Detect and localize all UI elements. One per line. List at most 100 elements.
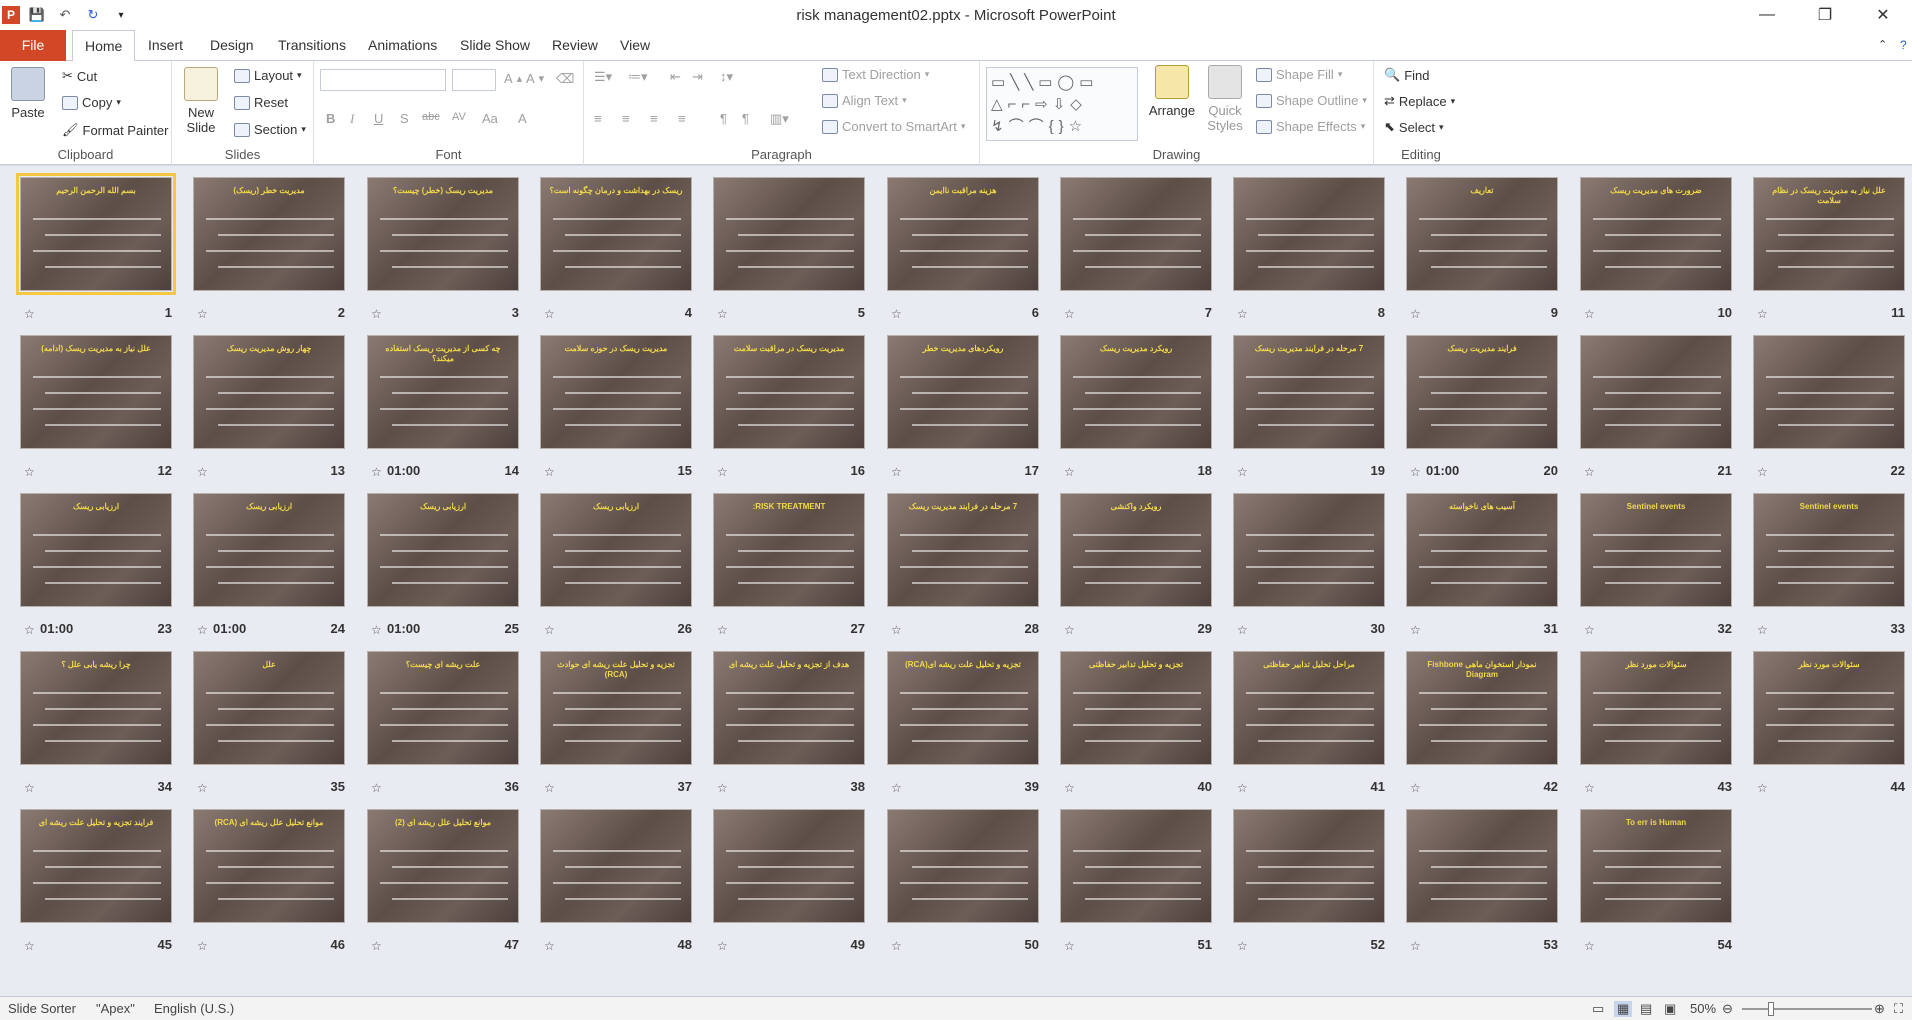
slide-thumbnail[interactable]: مدیریت ریسک در مراقبت سلامت [713, 335, 865, 449]
transition-icon[interactable]: ☆ [1237, 623, 1248, 637]
transition-icon[interactable]: ☆ [197, 307, 208, 321]
tab-insert[interactable]: Insert [136, 30, 195, 61]
transition-icon[interactable]: ☆ [1064, 623, 1075, 637]
transition-icon[interactable]: ☆ [24, 307, 35, 321]
align-right-icon[interactable]: ≡ [650, 111, 658, 126]
theme-indicator[interactable]: "Apex" [96, 1001, 135, 1016]
section-button[interactable]: Section ▾ [234, 122, 306, 137]
font-size-dropdown[interactable] [452, 69, 496, 91]
transition-icon[interactable]: ☆ [24, 623, 35, 637]
decrease-indent-icon[interactable]: ⇤ [670, 69, 681, 85]
slide-thumbnail[interactable]: تعاریف [1406, 177, 1558, 291]
transition-icon[interactable]: ☆ [717, 307, 728, 321]
change-case-button[interactable]: Aa [482, 111, 498, 126]
slide-thumbnail[interactable]: علت ریشه ای چیست؟ [367, 651, 519, 765]
slide-thumbnail[interactable]: رویکردهای مدیریت خطر [887, 335, 1039, 449]
clear-formatting-icon[interactable]: ⌫ [556, 71, 574, 87]
tab-slide-show[interactable]: Slide Show [448, 30, 542, 61]
slide-thumbnail[interactable]: ارزیابی ریسک [193, 493, 345, 607]
tab-view[interactable]: View [608, 30, 662, 61]
language-indicator[interactable]: English (U.S.) [154, 1001, 234, 1016]
transition-icon[interactable]: ☆ [24, 781, 35, 795]
transition-icon[interactable]: ☆ [891, 465, 902, 479]
transition-icon[interactable]: ☆ [371, 307, 382, 321]
shapes-gallery[interactable]: ▭╲╲▭◯▭ △⌐⌐⇨⇩◇ ↯⌒⌒{}☆ [986, 67, 1138, 141]
underline-button[interactable]: U [374, 111, 383, 126]
convert-smartart-button[interactable]: Convert to SmartArt ▾ [822, 119, 965, 134]
transition-icon[interactable]: ☆ [891, 939, 902, 953]
tab-file[interactable]: File [0, 30, 66, 61]
slide-thumbnail[interactable]: چرا ریشه یابی علل ؟ [20, 651, 172, 765]
slide-thumbnail[interactable]: 7 مرحله در فرایند مدیریت ریسک [1233, 335, 1385, 449]
slide-sorter-view-icon[interactable]: ▦ [1614, 1001, 1633, 1017]
transition-icon[interactable]: ☆ [1064, 939, 1075, 953]
transition-icon[interactable]: ☆ [1584, 307, 1595, 321]
increase-indent-icon[interactable]: ⇥ [692, 69, 703, 85]
slide-thumbnail[interactable] [1233, 493, 1385, 607]
slide-thumbnail[interactable]: علل نیاز به مدیریت ریسک در نظام سلامت [1753, 177, 1905, 291]
transition-icon[interactable]: ☆ [371, 465, 382, 479]
format-painter-button[interactable]: 🖌 Format Painter [62, 122, 169, 138]
slide-thumbnail[interactable] [1060, 809, 1212, 923]
redo-icon[interactable]: ↻ [82, 4, 104, 26]
transition-icon[interactable]: ☆ [197, 465, 208, 479]
paste-button[interactable]: Paste [8, 67, 48, 120]
shape-outline-button[interactable]: Shape Outline ▾ [1256, 93, 1367, 108]
new-slide-button[interactable]: New Slide [180, 67, 222, 135]
slide-thumbnail[interactable] [713, 177, 865, 291]
select-button[interactable]: ⬉ Select ▾ [1384, 119, 1444, 135]
arrange-button[interactable]: Arrange [1146, 65, 1198, 118]
transition-icon[interactable]: ☆ [197, 623, 208, 637]
transition-icon[interactable]: ☆ [717, 939, 728, 953]
transition-icon[interactable]: ☆ [1237, 465, 1248, 479]
find-button[interactable]: 🔍 Find [1384, 67, 1429, 83]
maximize-button[interactable]: ❐ [1796, 0, 1854, 30]
char-spacing-button[interactable]: AV [452, 111, 466, 123]
slide-thumbnail[interactable]: ارزیابی ریسک [367, 493, 519, 607]
transition-icon[interactable]: ☆ [1410, 465, 1421, 479]
slide-thumbnail[interactable]: سئوالات مورد نظر [1580, 651, 1732, 765]
transition-icon[interactable]: ☆ [24, 465, 35, 479]
transition-icon[interactable]: ☆ [197, 939, 208, 953]
ltr-icon[interactable]: ¶ [720, 111, 727, 126]
transition-icon[interactable]: ☆ [1237, 939, 1248, 953]
slide-thumbnail[interactable]: تجزیه و تحلیل علت ریشه ای(RCA) [887, 651, 1039, 765]
fit-to-window-icon[interactable]: ⛶ [1894, 1001, 1903, 1017]
copy-button[interactable]: Copy ▾ [62, 95, 121, 110]
slide-thumbnail[interactable]: ارزیابی ریسک [20, 493, 172, 607]
slide-thumbnail[interactable]: 7 مرحله در فرایند مدیریت ریسک [887, 493, 1039, 607]
slide-thumbnail[interactable] [540, 809, 692, 923]
save-icon[interactable]: 💾 [26, 4, 48, 26]
slide-thumbnail[interactable]: هزینه مراقبت ناایمن [887, 177, 1039, 291]
help-icon[interactable]: ? [1888, 30, 1912, 61]
shape-fill-button[interactable]: Shape Fill ▾ [1256, 67, 1342, 82]
grow-font-icon[interactable]: A ▴ [504, 71, 522, 86]
transition-icon[interactable]: ☆ [1757, 781, 1768, 795]
slide-thumbnail[interactable]: آسیب های ناخواسته [1406, 493, 1558, 607]
normal-view-icon[interactable]: ▭ [1592, 1001, 1604, 1017]
zoom-slider-thumb[interactable] [1768, 1002, 1774, 1016]
justify-icon[interactable]: ≡ [678, 111, 686, 126]
transition-icon[interactable]: ☆ [891, 307, 902, 321]
transition-icon[interactable]: ☆ [371, 781, 382, 795]
transition-icon[interactable]: ☆ [1757, 623, 1768, 637]
slide-thumbnail[interactable] [1060, 177, 1212, 291]
slide-thumbnail[interactable]: To err is Human [1580, 809, 1732, 923]
transition-icon[interactable]: ☆ [1064, 465, 1075, 479]
columns-icon[interactable]: ▥▾ [770, 111, 789, 127]
layout-button[interactable]: Layout ▾ [234, 68, 302, 83]
slide-thumbnail[interactable] [1580, 335, 1732, 449]
bullets-icon[interactable]: ☰▾ [594, 69, 612, 85]
slide-thumbnail[interactable]: فرایند مدیریت ریسک [1406, 335, 1558, 449]
close-button[interactable]: ✕ [1854, 0, 1912, 30]
tab-design[interactable]: Design [198, 30, 266, 61]
tab-animations[interactable]: Animations [356, 30, 449, 61]
slide-thumbnail[interactable]: مدیریت خطر (ریسک) [193, 177, 345, 291]
reading-view-icon[interactable]: ▤ [1640, 1001, 1652, 1017]
transition-icon[interactable]: ☆ [891, 781, 902, 795]
zoom-level[interactable]: 50% [1690, 1001, 1716, 1016]
slide-thumbnail[interactable]: چهار روش مدیریت ریسک [193, 335, 345, 449]
tab-home[interactable]: Home [72, 30, 136, 62]
transition-icon[interactable]: ☆ [1237, 781, 1248, 795]
transition-icon[interactable]: ☆ [1064, 781, 1075, 795]
